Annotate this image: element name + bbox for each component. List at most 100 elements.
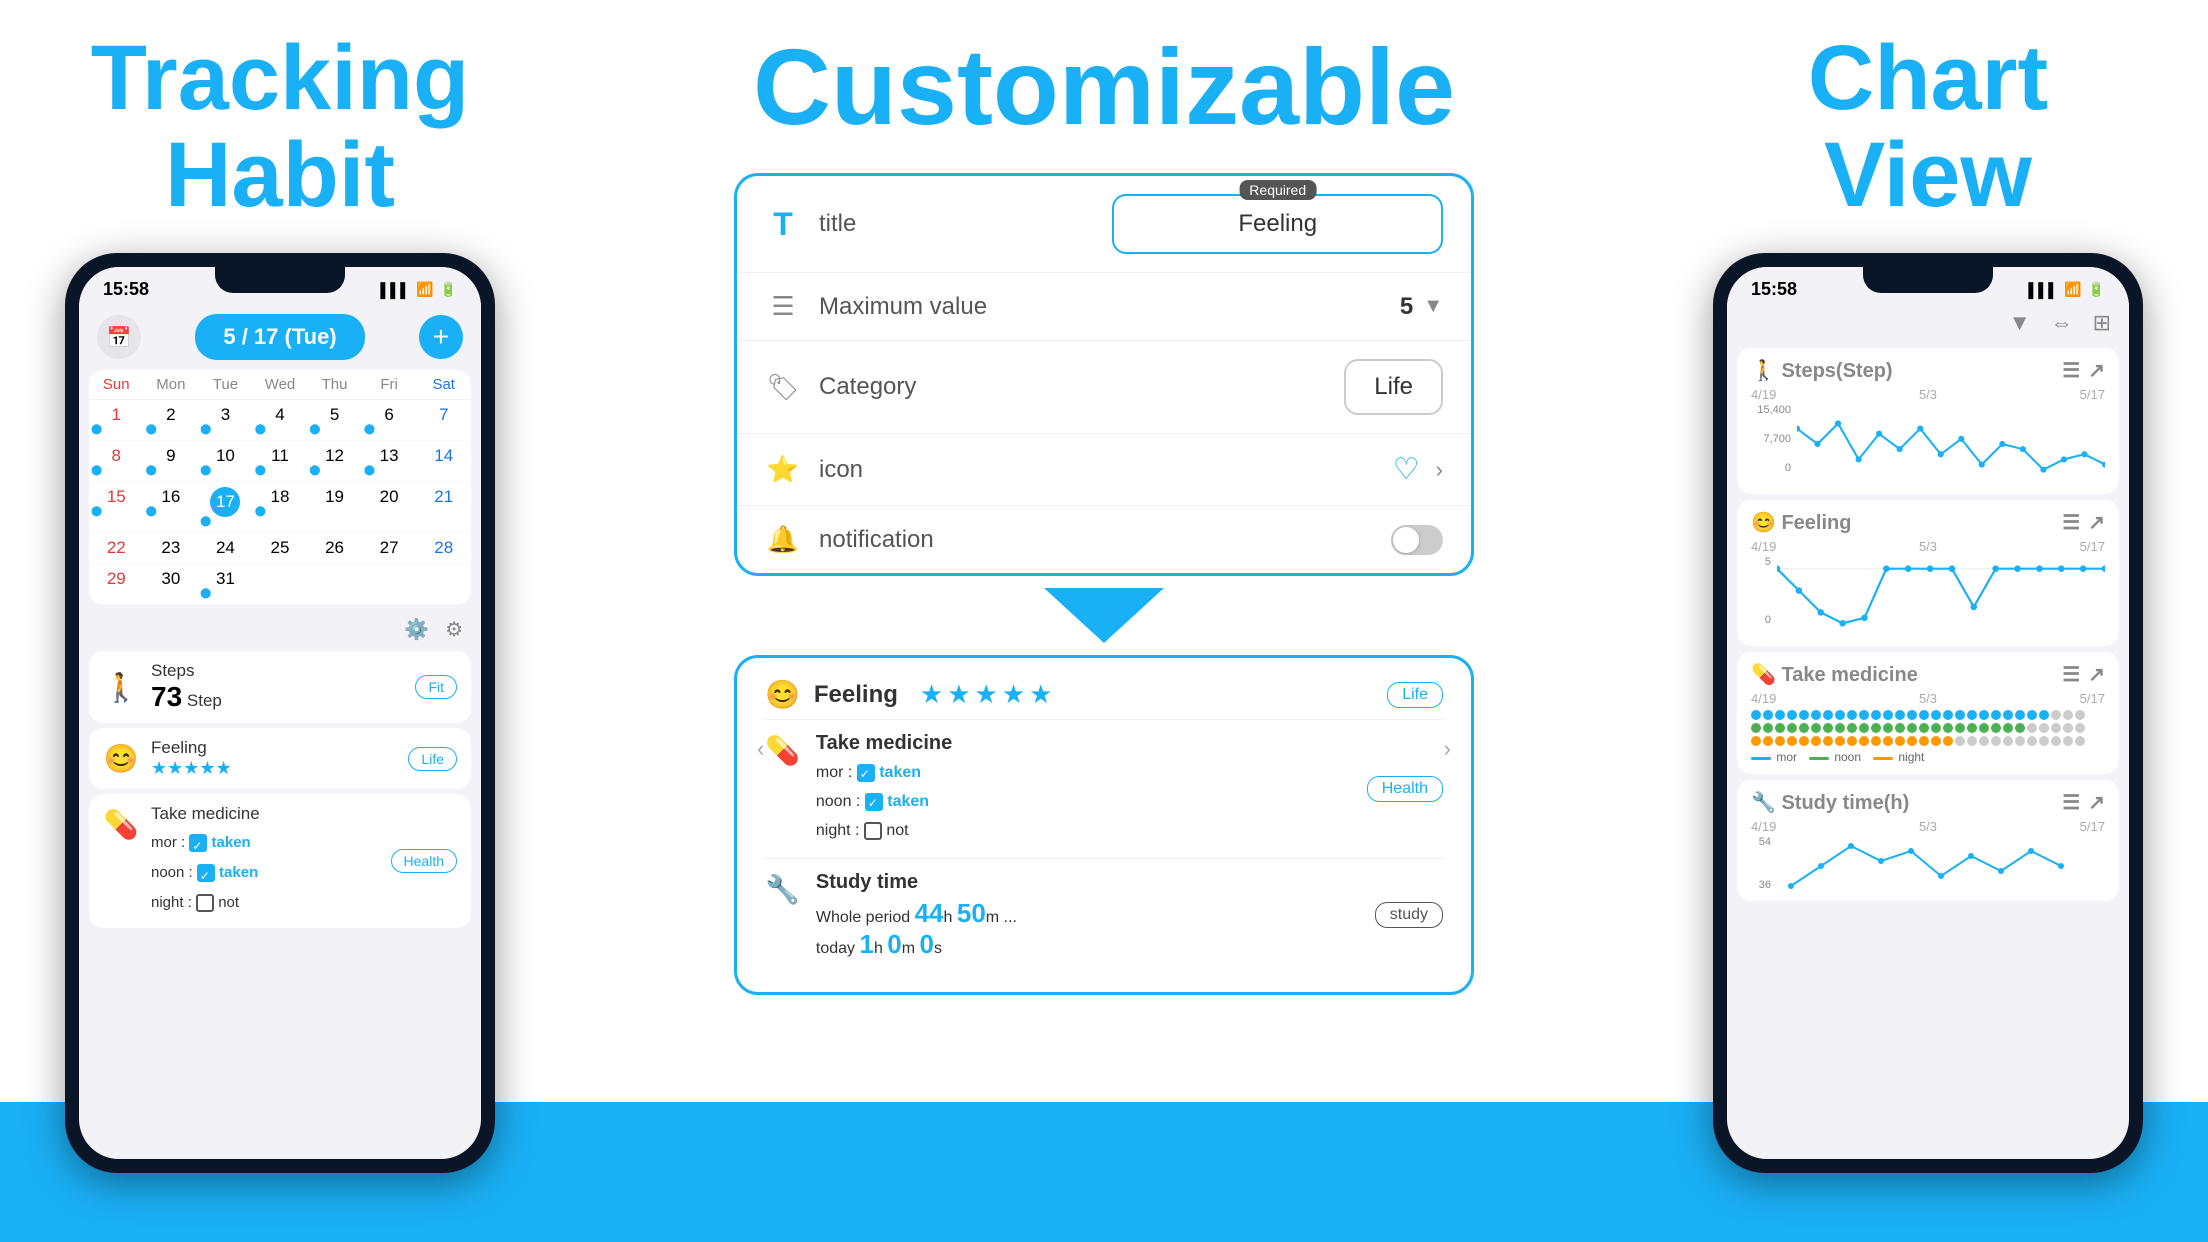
- study-chart-name: Study time(h): [1781, 792, 1909, 814]
- steps-icon: 🚶: [103, 671, 139, 704]
- cal-cell[interactable]: 9⬤: [144, 441, 199, 481]
- health-tag: Health: [1367, 776, 1443, 802]
- phone-notch: [215, 267, 345, 293]
- cal-cell[interactable]: 4⬤: [253, 400, 308, 440]
- filter-icon-right[interactable]: ▼: [2009, 310, 2031, 336]
- cal-cell[interactable]: 11⬤: [253, 441, 308, 481]
- cal-cell[interactable]: 10⬤: [198, 441, 253, 481]
- expand-icon-steps[interactable]: ↗: [2088, 358, 2105, 383]
- steps-habit-item[interactable]: 🚶 Steps 73 Step Fit: [89, 651, 471, 723]
- chevron-right-icon: ›: [1436, 457, 1443, 483]
- cal-cell[interactable]: 2⬤: [144, 400, 199, 440]
- required-badge: Required: [1239, 180, 1316, 200]
- list-icon-steps[interactable]: ☰: [2062, 358, 2080, 383]
- preview-card: 😊 Feeling ★ ★ ★ ★ ★ Life ‹ › 💊: [734, 655, 1474, 994]
- status-icons-right: ▌▌▌ 📶 🔋: [2028, 281, 2105, 298]
- cal-cell[interactable]: 25: [253, 533, 308, 563]
- calendar-icon-btn[interactable]: 📅: [97, 315, 141, 359]
- medicine-chart-title: 💊 Take medicine ☰ ↗: [1751, 662, 2105, 687]
- date-pill[interactable]: 5 / 17 (Tue): [195, 314, 364, 360]
- prev-arrow-icon[interactable]: ‹: [757, 736, 764, 762]
- cal-cell[interactable]: 20: [362, 482, 417, 532]
- battery-icon-right: 🔋: [2088, 281, 2105, 298]
- cal-cell[interactable]: 16⬤: [144, 482, 199, 532]
- check-night-preview: [864, 822, 882, 840]
- cal-cell[interactable]: 26: [307, 533, 362, 563]
- expand-icon-feeling[interactable]: ↗: [2088, 510, 2105, 535]
- list-icon-medicine[interactable]: ☰: [2062, 662, 2080, 687]
- max-value-selector[interactable]: 5 ▼: [1400, 293, 1443, 321]
- cal-cell[interactable]: 23: [144, 533, 199, 563]
- left-title: Tracking Habit: [91, 30, 469, 223]
- cal-cell[interactable]: 18⬤: [253, 482, 308, 532]
- right-column: Chart View 15:58 ▌▌▌ 📶 🔋 ▼ ⇔: [1648, 0, 2208, 1242]
- mid-column: Customizable T title Required Feeling ☰ …: [560, 0, 1648, 1242]
- steps-info: Steps 73 Step: [151, 661, 403, 713]
- feeling-preview-name: Feeling: [814, 681, 898, 709]
- cal-cell[interactable]: 22: [89, 533, 144, 563]
- cal-cell[interactable]: 8⬤: [89, 441, 144, 481]
- list-icon-study[interactable]: ☰: [2062, 790, 2080, 815]
- cal-cell[interactable]: 6⬤: [362, 400, 417, 440]
- cal-cell[interactable]: 13⬤: [362, 441, 417, 481]
- cal-week-2: 8⬤ 9⬤ 10⬤ 11⬤ 12⬤ 13⬤ 14: [89, 441, 471, 482]
- dot-row-blue: [1751, 710, 2105, 720]
- cal-cell-today[interactable]: 17⬤: [198, 482, 253, 532]
- add-habit-button[interactable]: +: [419, 315, 463, 359]
- feeling-tag: Life: [408, 747, 457, 771]
- cal-cell[interactable]: 14: [416, 441, 471, 481]
- expand-icon-medicine[interactable]: ↗: [2088, 662, 2105, 687]
- study-detail: Study time Whole period 44h 50m ... toda…: [816, 871, 1359, 960]
- max-value: 5: [1400, 293, 1413, 321]
- steps-name: Steps: [151, 661, 403, 681]
- cal-cell[interactable]: 27: [362, 533, 417, 563]
- calendar-grid: Sun Mon Tue Wed Thu Fri Sat 1⬤ 2⬤ 3⬤ 4⬤: [89, 370, 471, 605]
- cal-cell[interactable]: 31⬤: [198, 564, 253, 604]
- swap-icon[interactable]: ⇔: [2051, 310, 2073, 336]
- notification-icon: 🔔: [765, 524, 801, 555]
- preview-star-4: ★: [1002, 679, 1025, 710]
- cal-cell[interactable]: 7: [416, 400, 471, 440]
- list-icon: ☰: [765, 291, 801, 322]
- medicine-icon: 💊: [103, 808, 139, 841]
- layers-icon[interactable]: ⊞: [2093, 310, 2111, 336]
- preview-star-5: ★: [1029, 679, 1052, 710]
- cal-cell[interactable]: 15⬤: [89, 482, 144, 532]
- signal-icon: ▌▌▌: [380, 282, 410, 298]
- icon-selector[interactable]: ♡ ›: [1393, 452, 1443, 487]
- cal-cell[interactable]: 5⬤: [307, 400, 362, 440]
- list-icon-feeling[interactable]: ☰: [2062, 510, 2080, 535]
- medicine-line-mor: mor : taken: [816, 759, 1351, 788]
- cal-cell[interactable]: 30: [144, 564, 199, 604]
- settings-icon[interactable]: ⚙: [445, 617, 463, 642]
- feeling-habit-item[interactable]: 😊 Feeling ★★★★★ Life: [89, 728, 471, 789]
- category-value[interactable]: Life: [1344, 359, 1443, 415]
- cal-cell[interactable]: 21: [416, 482, 471, 532]
- notification-toggle[interactable]: [1391, 525, 1443, 555]
- medicine-legend: mor noon night: [1751, 750, 2105, 764]
- cal-cell[interactable]: 24: [198, 533, 253, 563]
- title-input-field[interactable]: Feeling: [1112, 194, 1443, 254]
- cal-cell[interactable]: 28: [416, 533, 471, 563]
- check-noon-preview: [865, 793, 883, 811]
- cal-cell[interactable]: 12⬤: [307, 441, 362, 481]
- right-title: Chart View: [1808, 30, 2048, 223]
- cal-cell[interactable]: 19: [307, 482, 362, 532]
- customizable-form-panel: T title Required Feeling ☰ Maximum value…: [734, 173, 1474, 576]
- preview-star-2: ★: [947, 679, 970, 710]
- cal-week-1: 1⬤ 2⬤ 3⬤ 4⬤ 5⬤ 6⬤ 7: [89, 400, 471, 441]
- icon-label: icon: [819, 456, 1375, 484]
- check-night: [196, 894, 214, 912]
- filter-icon[interactable]: ⚙️: [404, 617, 429, 642]
- cal-cell[interactable]: 3⬤: [198, 400, 253, 440]
- title-row: T title Required Feeling: [737, 176, 1471, 273]
- cal-cell[interactable]: 29: [89, 564, 144, 604]
- feeling-chart-title: 😊 Feeling ☰ ↗: [1751, 510, 2105, 535]
- medicine-preview-row: ‹ › 💊 Take medicine mor : taken noon : t…: [765, 719, 1443, 857]
- next-arrow-icon[interactable]: ›: [1444, 736, 1451, 762]
- cal-cell[interactable]: 1⬤: [89, 400, 144, 440]
- dropdown-arrow-icon: ▼: [1423, 295, 1443, 318]
- expand-icon-study[interactable]: ↗: [2088, 790, 2105, 815]
- feeling-info: Feeling ★★★★★: [151, 738, 396, 779]
- medicine-habit-item[interactable]: 💊 Take medicine mor : taken noon : taken…: [89, 794, 471, 928]
